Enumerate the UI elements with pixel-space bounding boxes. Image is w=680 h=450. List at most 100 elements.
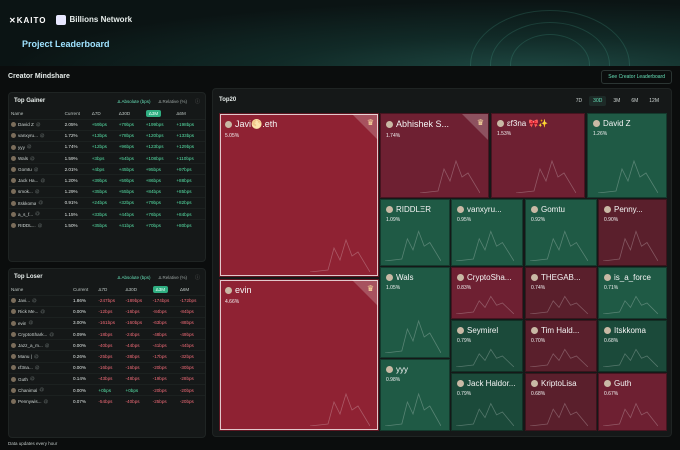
d7-cell: -54bps <box>96 395 124 407</box>
col-30d[interactable]: Δ30D <box>124 285 151 295</box>
name-cell[interactable]: Itskkoma @ <box>9 196 63 209</box>
toggle-absolute[interactable]: Δ Absolute (bps) <box>113 273 154 282</box>
table-row[interactable]: Chanimal @0.00% +0bps +0bps -20bps -20bps <box>9 383 205 396</box>
range-3m[interactable]: 3M <box>609 96 624 106</box>
table-row[interactable]: Manu | @0.26% -25bps -38bps -17bps -32bps <box>9 350 205 363</box>
col-6m[interactable]: Δ6M <box>178 285 205 295</box>
name-cell[interactable]: Gomtu @ <box>9 163 63 175</box>
toggle-absolute[interactable]: Δ Absolute (bps) <box>113 97 154 106</box>
footer-note: Data updates every hour <box>8 441 58 446</box>
table-row[interactable]: vanxyru... @1.72% +13bps +78bps +120bps +133b… <box>9 129 205 142</box>
treemap-tile[interactable]: Wals 1.05% <box>380 267 450 358</box>
treemap-tile[interactable]: Tim Hald... 0.70% <box>525 320 597 372</box>
name-cell[interactable]: Jazz_a_m... @ <box>9 339 71 351</box>
tile-name: RIDDLΞR <box>386 205 431 214</box>
col-30d[interactable]: Δ30D <box>117 109 144 119</box>
see-leaderboard-button[interactable]: See Creator Leaderboard <box>601 70 672 84</box>
current-cell: 0.00% <box>70 305 97 318</box>
col-3m[interactable]: Δ3M <box>151 285 178 295</box>
name-cell[interactable]: CryptoShark... @ <box>9 328 71 340</box>
table-row[interactable]: Rick Me... @0.00% -12bps -16bps -84bps -84bps <box>9 305 205 318</box>
table-row[interactable]: David Z @2.05% +59bps +79bps +199bps +198bps <box>9 118 205 131</box>
name-cell[interactable]: evin @ <box>9 316 71 329</box>
name-cell[interactable]: vanxyru... @ <box>9 129 63 142</box>
range-6m[interactable]: 6M <box>627 96 642 106</box>
table-row[interactable]: smok... @1.29% +35bps +55bps +84bps +85bps <box>9 185 205 198</box>
name-cell[interactable]: εf3na... @ <box>9 361 71 374</box>
tile-percent: 0.79% <box>457 391 472 397</box>
col-7d[interactable]: Δ7D <box>90 109 117 119</box>
name-cell[interactable]: Rick Me... @ <box>9 305 71 318</box>
treemap-tile[interactable]: yyy 0.98% <box>380 359 450 431</box>
treemap-tile[interactable]: ɛf3na 🎀✨ 1.53% <box>491 113 585 198</box>
treemap-tile[interactable]: RIDDLΞR 1.09% <box>380 199 450 266</box>
treemap-tile[interactable]: is_a_force 0.71% <box>598 267 667 319</box>
table-row[interactable]: Guth @0.14% -43bps -48bps -19bps -28bps <box>9 372 205 385</box>
name-cell[interactable]: Pennywis... @ <box>9 395 71 407</box>
range-12m[interactable]: 12M <box>645 96 663 106</box>
name-cell[interactable]: Javi... @ <box>9 294 71 307</box>
d6m-cell: -88bps <box>177 316 205 329</box>
d3m-cell: +120bps <box>143 129 175 142</box>
tile-name: Tim Hald... <box>531 326 579 335</box>
table-row[interactable]: evin @3.00% -161bps -160bps -63bps -88bps <box>9 316 205 329</box>
sparkline <box>310 238 370 272</box>
range-7d[interactable]: 7D <box>572 96 586 106</box>
treemap-tile[interactable]: THEGAB... 0.74% <box>525 267 597 319</box>
name-cell[interactable]: yyy @ <box>9 140 63 153</box>
name-cell[interactable]: Manu | @ <box>9 350 71 363</box>
table-row[interactable]: εf3na... @0.00% -16bps -16bps -20bps -30bps <box>9 361 205 374</box>
treemap-tile[interactable]: David Z 1.26% <box>587 113 667 198</box>
treemap-tile[interactable]: Gomtu 0.92% <box>525 199 597 266</box>
section-title: Creator Mindshare <box>8 73 70 80</box>
table-row[interactable]: Wals @1.59% +3bps +54bps +108bps +110bps <box>9 152 205 164</box>
name-cell[interactable]: smok... @ <box>9 185 63 198</box>
treemap-tile[interactable]: Penny... 0.90% <box>598 199 667 266</box>
name-cell[interactable]: a_s_f... @ <box>9 207 63 220</box>
table-row[interactable]: Gomtu @2.01% +4bps +45bps +95bps +97bps <box>9 163 205 175</box>
treemap-tile[interactable]: Guth 0.67% <box>598 373 667 431</box>
treemap-tile[interactable]: Seymirel 0.79% <box>451 320 523 372</box>
table-row[interactable]: Jack Ha... @1.20% +39bps +59bps +86bps +88bps <box>9 174 205 187</box>
treemap-tile[interactable]: Abhishek S... 1.74% ♛ <box>380 113 489 198</box>
treemap-tile[interactable]: KriptoLisa 0.68% <box>525 373 597 431</box>
tile-name: Gomtu <box>531 205 565 214</box>
toggle-relative[interactable]: Δ Relative (%) <box>154 273 191 282</box>
tile-percent: 0.67% <box>604 391 619 397</box>
d3m-cell: -48bps <box>150 328 178 340</box>
col-3m[interactable]: Δ3M <box>144 109 175 119</box>
name-cell[interactable]: Guth @ <box>9 372 71 385</box>
table-row[interactable]: Pennywis... @0.07% -54bps -40bps -25bps -20bp… <box>9 395 205 407</box>
info-icon[interactable]: ⓘ <box>195 274 200 281</box>
name-cell[interactable]: Wals @ <box>9 152 63 164</box>
kaito-logo[interactable]: ✕KAITO <box>9 16 46 25</box>
corner-fold <box>352 280 378 306</box>
table-row[interactable]: yyy @1.74% +12bps +96bps +123bps +129bps <box>9 140 205 153</box>
col-7d[interactable]: Δ7D <box>96 285 123 295</box>
toggle-relative[interactable]: Δ Relative (%) <box>154 97 191 106</box>
name-cell[interactable]: Jack Ha... @ <box>9 174 63 187</box>
table-row[interactable]: Itskkoma @0.91% +24bps +32bps +79bps +82bps <box>9 196 205 209</box>
d3m-cell: -20bps <box>150 361 178 374</box>
name-cell[interactable]: Chanimal @ <box>9 383 71 396</box>
table-row[interactable]: a_s_f... @1.15% +33bps +44bps +76bps +84bps <box>9 207 205 220</box>
table-row[interactable]: RIDDL... @1.50% +35bps +41bps +70bps +80bps <box>9 219 205 231</box>
name-cell[interactable]: David Z @ <box>9 118 63 131</box>
col-current[interactable]: Current <box>71 285 96 295</box>
treemap-tile[interactable]: vanxyru... 0.95% <box>451 199 523 266</box>
table-row[interactable]: Jazz_a_m... @0.00% -40bps -44bps -41bps -44bp… <box>9 339 205 351</box>
avatar <box>11 376 16 382</box>
treemap-tile[interactable]: Javi🌕.eth 5.05% ♛ <box>219 113 379 277</box>
treemap-tile[interactable]: CryptoSha... 0.83% <box>451 267 523 319</box>
treemap-tile[interactable]: evin 4.66% ♛ <box>219 279 379 431</box>
treemap-tile[interactable]: Itskkoma 0.68% <box>598 320 667 372</box>
range-30d[interactable]: 30D <box>589 96 607 106</box>
info-icon[interactable]: ⓘ <box>195 98 200 105</box>
col-6m[interactable]: Δ6M <box>174 109 205 119</box>
name-cell[interactable]: RIDDL... @ <box>9 219 63 231</box>
table-row[interactable]: CryptoShark... @0.09% -18bps -24bps -48bps -4… <box>9 328 205 340</box>
d30-cell: +59bps <box>116 174 144 187</box>
treemap-tile[interactable]: Jack Haldor... 0.79% <box>451 373 523 431</box>
table-row[interactable]: Javi... @1.86% -247bps -189bps -174bps -172bp… <box>9 294 205 307</box>
col-current[interactable]: Current <box>63 109 90 119</box>
